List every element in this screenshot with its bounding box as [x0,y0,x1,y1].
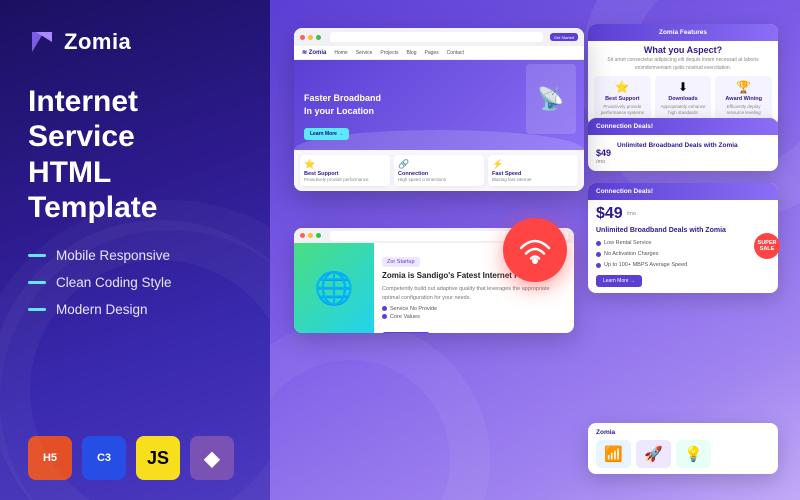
mockup-cards-row: ⭐ Best Support Proactively provide perfo… [294,150,584,191]
trc-header: Zomia Features [588,24,778,41]
browser-url-bar [330,32,543,42]
bm2-features: Service No Provide Core Values [382,306,566,320]
bottom-card-header: Zomia [596,429,770,436]
badge-bootstrap: ◆ [190,436,234,480]
bottom-icon-bulb: 💡 [676,440,711,468]
hero-cta-btn[interactable]: Learn More → [304,128,349,140]
bm2-learn-more[interactable]: Learn More → [382,332,430,333]
bm2-feat-dot-2 [382,314,387,319]
bm2-description: Competently build out adaptive quality t… [382,285,566,302]
browser-dot-green [316,35,321,40]
deal2-body: $49 /mo Unlimited Broadband Deals with Z… [588,200,778,293]
nav-pages: Pages [424,50,438,56]
feature-item-3: Modern Design [28,302,242,317]
trc-feat-support: ⭐ Best Support Proactively provide perfo… [594,76,651,121]
bm2-dot-green [316,233,321,238]
browser-mockup-main: Get Started ≋ Zomia Home Service Project… [294,28,584,191]
feature-dash-1 [28,254,46,257]
bottom-card-icons: 📶 🚀 💡 [596,440,770,468]
bottom-card: Zomia 📶 🚀 💡 [588,423,778,474]
card-connection: 🔗 Connection High speed connections [394,155,484,186]
bottom-icon-wifi: 📶 [596,440,631,468]
trc-title: What you Aspect? [588,41,778,55]
super-sale-badge: SUPERSALE [754,233,780,259]
bm2-badge: Zor Startup [382,257,420,267]
deal2-feat-3: Up to 100+ MBPS Average Speed [596,261,770,270]
browser-bar: Get Started [294,28,584,46]
wifi-icon [518,233,552,267]
deal2-features: Low Rental Service No Activation Charges… [596,239,770,269]
brand-name: Zomia [64,29,131,55]
feature-dash-2 [28,281,46,284]
download-icon: ⬇ [678,80,688,94]
logo-area: Zomia [28,28,242,56]
connection-deal-2: Connection Deals! $49 /mo Unlimited Broa… [588,183,778,293]
deal2-period: /mo [627,210,636,219]
deal1-price: $49 [596,141,611,159]
hero-title: Faster BroadbandIn your Location [304,92,574,117]
nav-blog: Blog [406,50,416,56]
bm2-feat-dot-1 [382,306,387,311]
trc-feat-award: 🏆 Award Wining Efficiently deploy resour… [715,76,772,121]
bm2-image: 🌐 [294,243,374,333]
deal2-header: Connection Deals! [588,183,778,200]
trc-feat-downloads: ⬇ Downloads Appropriately enhance high s… [655,76,712,121]
deal1-info: Unlimited Broadband Deals with Zomia [617,141,770,150]
right-panel: Zomia Features What you Aspect? Sit amet… [270,0,800,500]
deal1-header: Connection Deals! [588,118,778,135]
deal2-feat-2: No Activation Charges [596,250,770,259]
bottom-icon-rocket: 🚀 [636,440,671,468]
feature-item-1: Mobile Responsive [28,248,242,263]
support-icon: ⭐ [615,80,630,94]
tech-badges: H5 C3 JS ◆ [28,426,242,480]
bm2-dot-red [300,233,305,238]
deal1-period: /mo [596,159,611,165]
top-right-card: Zomia Features What you Aspect? Sit amet… [588,24,778,127]
deal2-price: $49 [596,206,623,222]
screens-container: Zomia Features What you Aspect? Sit amet… [284,18,786,482]
deal2-feat-1: Low Rental Service [596,239,770,248]
page-title: Internet Service HTML Template [28,84,242,226]
bm2-dot-yellow [308,233,313,238]
award-icon: 🏆 [736,80,751,94]
card-support: ⭐ Best Support Proactively provide perfo… [300,155,390,186]
badge-javascript: JS [136,436,180,480]
feat-dot-1 [596,241,601,246]
mockup-logo: ≋ Zomia [302,49,326,56]
nav-service: Service [356,50,373,56]
connection-deal-2-wrapper: Connection Deals! $49 /mo Unlimited Broa… [588,183,778,293]
bm2-feat-1: Service No Provide [382,306,566,312]
connection-deal-1: Connection Deals! $49 /mo Unlimited Broa… [588,118,778,171]
nav-contact: Contact [447,50,464,56]
left-panel: Zomia Internet Service HTML Template Mob… [0,0,270,500]
browser-dot-red [300,35,305,40]
feature-dash-3 [28,308,46,311]
browser-dot-yellow [308,35,313,40]
zomia-logo-icon [28,28,56,56]
bm2-feat-2: Core Values [382,314,566,320]
deal1-body: $49 /mo Unlimited Broadband Deals with Z… [588,135,778,171]
deal2-learn-more[interactable]: Learn More → [596,275,642,287]
badge-css3: C3 [82,436,126,480]
feat-dot-3 [596,263,601,268]
card-speed: ⚡ Fast Speed Blazing fast internet [488,155,578,186]
badge-html5: H5 [28,436,72,480]
feat-dot-2 [596,252,601,257]
nav-home: Home [334,50,347,56]
wifi-badge [503,218,567,282]
mockup-nav: ≋ Zomia Home Service Projects Blog Pages… [294,46,584,60]
feature-item-2: Clean Coding Style [28,275,242,290]
features-list: Mobile Responsive Clean Coding Style Mod… [28,248,242,317]
get-started-btn[interactable]: Get Started [550,33,578,41]
deal2-title: Unlimited Broadband Deals with Zomia [596,225,770,236]
nav-projects: Projects [380,50,398,56]
trc-description: Sit amet consectetur adipiscing elit deq… [588,55,778,76]
mockup-hero: Faster BroadbandIn your Location Learn M… [294,60,584,150]
